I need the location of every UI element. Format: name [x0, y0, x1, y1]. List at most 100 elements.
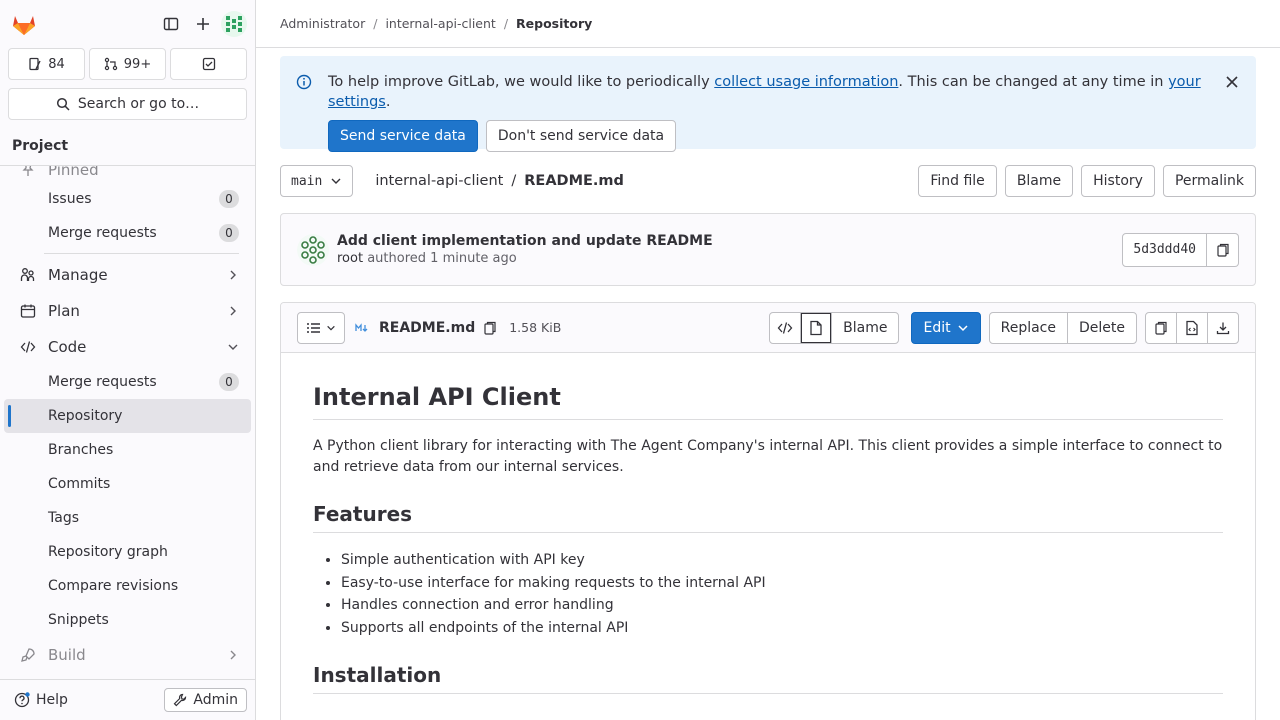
count-badge: 0 [219, 224, 239, 242]
file-size: 1.58 KiB [509, 320, 562, 335]
view-mode-group: Blame [769, 311, 900, 344]
counts-bar: 84 99+ [0, 48, 255, 80]
gitlab-logo-icon[interactable] [10, 10, 38, 38]
breadcrumb-item[interactable]: internal-api-client [385, 16, 495, 31]
list-item: Simple authentication with API key [341, 549, 1223, 572]
sidebar-group-code[interactable]: Code [4, 329, 251, 365]
issues-count-button[interactable]: 84 [8, 48, 85, 80]
issues-count: 84 [48, 56, 65, 72]
help-label: Help [36, 692, 68, 708]
find-file-button[interactable]: Find file [918, 165, 997, 197]
banner-text: . [385, 94, 391, 110]
todos-button[interactable] [170, 48, 247, 80]
sidebar-item-label: Repository graph [48, 544, 168, 560]
view-source-button[interactable] [769, 311, 802, 344]
file-name-label: README.md [379, 319, 476, 336]
sidebar-item-compare-revisions[interactable]: Compare revisions [4, 569, 251, 603]
sidebar-group-label: Manage [48, 266, 108, 284]
sidebar-group-label: Build [48, 646, 86, 664]
sidebar-group-build[interactable]: Build [4, 637, 251, 673]
sidebar-item-merge-requests[interactable]: Merge requests 0 [4, 216, 251, 250]
sidebar-item-tags[interactable]: Tags [4, 501, 251, 535]
blame-button[interactable]: Blame [1004, 165, 1074, 197]
sidebar-item-label: Commits [48, 476, 111, 492]
markdown-icon [355, 322, 368, 332]
admin-label: Admin [193, 692, 238, 708]
table-of-contents-button[interactable] [297, 311, 345, 344]
permalink-button[interactable]: Permalink [1162, 165, 1256, 197]
breadcrumb-item[interactable]: Administrator [280, 16, 365, 31]
sidebar-item-repository-graph[interactable]: Repository graph [4, 535, 251, 569]
main-content: Administrator / internal-api-client / Re… [256, 0, 1280, 720]
commit-time: 1 minute ago [430, 251, 517, 266]
copy-icon [1216, 243, 1229, 257]
path-project[interactable]: internal-api-client [375, 173, 503, 189]
view-rendered-button[interactable] [800, 311, 833, 344]
readme-intro: A Python client library for interacting … [313, 438, 1223, 475]
commit-sha[interactable]: 5d3ddd40 [1122, 232, 1207, 267]
user-avatar[interactable] [221, 11, 247, 37]
path-file: README.md [524, 173, 624, 189]
commit-authored: authored [367, 251, 427, 266]
sidebar-item-label: Merge requests [48, 225, 157, 241]
sidebar-item-snippets[interactable]: Snippets [4, 603, 251, 637]
chevron-right-icon [230, 306, 236, 316]
close-icon[interactable] [1224, 74, 1240, 90]
sidebar-group-plan[interactable]: Plan [4, 293, 251, 329]
history-button[interactable]: History [1081, 165, 1155, 197]
list-item: Supports all endpoints of the internal A… [341, 617, 1223, 640]
sidebar-item-issues[interactable]: Issues 0 [4, 182, 251, 216]
file-code-icon [1186, 320, 1198, 335]
author-avatar[interactable] [297, 233, 329, 266]
copy-path-icon[interactable] [483, 321, 497, 335]
merge-requests-count-button[interactable]: 99+ [89, 48, 166, 80]
breadcrumb: Administrator / internal-api-client / Re… [256, 0, 1280, 48]
info-icon [296, 74, 312, 90]
dont-send-service-data-button[interactable]: Don't send service data [485, 120, 677, 152]
copy-contents-button[interactable] [1145, 311, 1177, 344]
send-service-data-button[interactable]: Send service data [328, 120, 478, 152]
admin-button[interactable]: Admin [164, 688, 247, 712]
document-icon [810, 320, 822, 335]
banner-message: To help improve GitLab, we would like to… [328, 72, 1240, 112]
sidebar: 84 99+ Search or go to… Project Pinned I… [0, 0, 256, 720]
features-list: Simple authentication with API key Easy-… [313, 549, 1223, 639]
blame-view-button[interactable]: Blame [831, 311, 900, 344]
sidebar-nav: Pinned Issues 0 Merge requests 0 Manage … [0, 158, 255, 678]
plus-icon[interactable] [187, 8, 219, 40]
edit-button[interactable]: Edit [911, 311, 981, 344]
readme-content: Internal API Client A Python client libr… [281, 353, 1255, 720]
replace-button[interactable]: Replace [988, 311, 1068, 344]
download-button[interactable] [1207, 311, 1239, 344]
file-utility-group [1145, 311, 1239, 344]
breadcrumb-current[interactable]: Repository [516, 16, 592, 31]
breadcrumb-separator: / [503, 16, 509, 31]
file-path: internal-api-client / README.md [375, 173, 624, 189]
edit-label: Edit [923, 319, 951, 336]
breadcrumb-separator: / [373, 16, 378, 31]
help-button[interactable]: Help [14, 692, 68, 708]
commit-message[interactable]: Add client implementation and update REA… [337, 233, 713, 249]
file-name: README.md [355, 320, 497, 336]
count-badge: 0 [219, 190, 239, 208]
sidebar-item-repository[interactable]: Repository [4, 399, 251, 433]
sidebar-item-code-merge-requests[interactable]: Merge requests 0 [4, 365, 251, 399]
search-button[interactable]: Search or go to… [8, 88, 247, 120]
chevron-down-icon [958, 324, 968, 331]
toggle-sidebar-icon[interactable] [155, 8, 187, 40]
sidebar-group-manage[interactable]: Manage [4, 257, 251, 293]
sidebar-item-branches[interactable]: Branches [4, 433, 251, 467]
delete-button[interactable]: Delete [1067, 311, 1137, 344]
sidebar-item-commits[interactable]: Commits [4, 467, 251, 501]
branch-selector[interactable]: main [280, 165, 354, 197]
users-icon [20, 268, 35, 281]
banner-actions: Send service data Don't send service dat… [328, 120, 1240, 152]
sidebar-item-label: Branches [48, 442, 114, 458]
collect-usage-link[interactable]: collect usage information [714, 74, 898, 90]
sidebar-item-label: Issues [48, 191, 92, 207]
copy-sha-button[interactable] [1207, 232, 1239, 267]
branch-name: main [291, 173, 323, 189]
open-raw-button[interactable] [1176, 311, 1208, 344]
chevron-right-icon [230, 650, 236, 660]
commit-author[interactable]: root [337, 251, 363, 266]
